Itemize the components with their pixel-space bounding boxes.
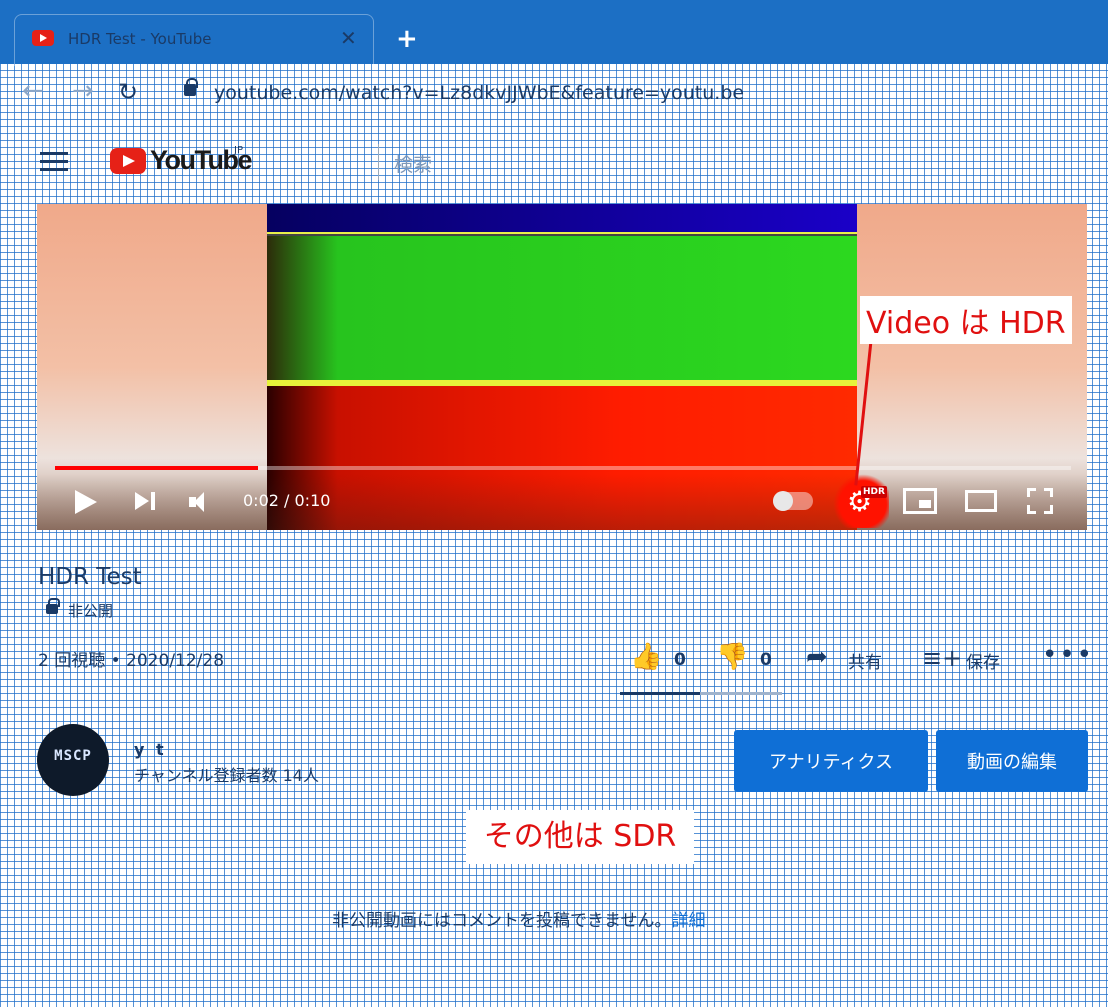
fullscreen-icon[interactable] xyxy=(1027,488,1053,514)
comments-disabled-note: 非公開動画にはコメントを投稿できません。詳細 xyxy=(332,906,706,931)
volume-icon[interactable] xyxy=(189,490,219,514)
subscriber-count: チャンネル登録者数 14人 xyxy=(134,766,319,785)
settings-button[interactable]: ⚙ HDR xyxy=(833,474,889,528)
sentiment-bar xyxy=(620,692,782,695)
lock-icon xyxy=(184,78,198,96)
private-lock-icon xyxy=(46,598,60,614)
avatar-logo: MSCP xyxy=(54,748,92,764)
region-label: JP xyxy=(234,145,243,156)
forward-arrow-icon[interactable]: → xyxy=(72,76,94,106)
video-title: HDR Test xyxy=(38,564,142,590)
tab-title: HDR Test - YouTube xyxy=(68,30,212,48)
edit-video-button[interactable]: 動画の編集 xyxy=(936,730,1088,792)
callout-video-hdr: Video は HDR xyxy=(860,296,1072,344)
thumbs-down-icon[interactable]: 👎 xyxy=(716,642,748,672)
theater-mode-icon[interactable] xyxy=(965,490,997,512)
dislike-count[interactable]: 0 xyxy=(760,650,772,670)
like-count[interactable]: 0 xyxy=(674,650,686,670)
progress-fill xyxy=(55,466,259,470)
next-icon[interactable] xyxy=(135,490,157,512)
hdr-badge: HDR xyxy=(861,486,887,498)
new-tab-icon[interactable]: + xyxy=(396,24,418,54)
search-placeholder: 検索 xyxy=(394,154,433,176)
thumbs-up-icon[interactable]: 👍 xyxy=(630,642,662,672)
frame-blue-band xyxy=(267,204,857,234)
share-button[interactable]: 共有 xyxy=(848,648,882,673)
progress-bar[interactable] xyxy=(55,466,1071,470)
address-bar[interactable]: youtube.com/watch?v=Lz8dkvJJWbE&feature=… xyxy=(214,82,744,104)
details-link[interactable]: 詳細 xyxy=(672,911,706,931)
reload-icon[interactable]: ↻ xyxy=(118,78,138,106)
video-player[interactable]: 0:02 / 0:10 ⚙ HDR xyxy=(37,204,1087,530)
share-icon[interactable]: ➦ xyxy=(806,642,828,672)
youtube-favicon-icon xyxy=(32,30,54,46)
sentiment-fill xyxy=(620,692,700,695)
comments-note-text: 非公開動画にはコメントを投稿できません。 xyxy=(332,911,672,931)
privacy-label: 非公開 xyxy=(68,602,114,620)
view-count-date: 2 回視聴 • 2020/12/28 xyxy=(38,651,225,671)
channel-name[interactable]: y t xyxy=(134,740,167,759)
frame-green-band xyxy=(267,236,857,380)
close-tab-icon[interactable]: ✕ xyxy=(340,26,357,50)
youtube-logo-icon[interactable] xyxy=(110,148,146,174)
autoplay-toggle[interactable] xyxy=(773,491,813,511)
more-actions-icon[interactable]: ••• xyxy=(1042,640,1094,670)
time-display: 0:02 / 0:10 xyxy=(243,491,331,510)
save-button[interactable]: 保存 xyxy=(966,648,1000,673)
back-arrow-icon[interactable]: ← xyxy=(22,76,44,106)
save-playlist-icon[interactable]: ≡+ xyxy=(922,644,962,672)
analytics-button[interactable]: アナリティクス xyxy=(734,730,928,792)
miniplayer-icon[interactable] xyxy=(903,488,937,514)
avatar[interactable]: MSCP xyxy=(37,724,109,796)
play-icon[interactable] xyxy=(73,488,99,516)
hamburger-menu-icon[interactable] xyxy=(40,152,68,172)
callout-others-sdr: その他は SDR xyxy=(466,810,694,864)
